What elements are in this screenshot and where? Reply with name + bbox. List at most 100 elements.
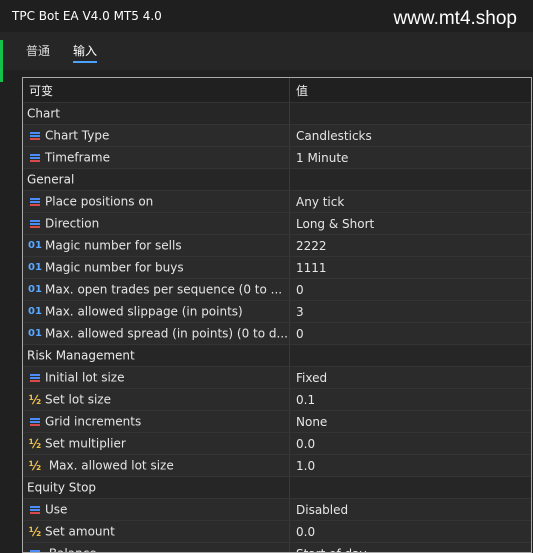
group-row[interactable]: General (23, 168, 531, 191)
parameter-value-cell[interactable]: Disabled (289, 498, 531, 521)
table-row[interactable]: ½ Set lot size 0.1 (23, 388, 531, 411)
parameter-name-cell: 01 Magic number for sells (23, 234, 290, 257)
parameter-name-cell: Equity Stop (23, 476, 290, 499)
parameter-label: Max. open trades per sequence (0 to ... (45, 282, 283, 297)
parameter-value-cell[interactable]: Fixed (289, 366, 531, 389)
parameter-value-cell[interactable]: 1 Minute (289, 146, 531, 169)
parameter-name-cell: Risk Management (23, 344, 290, 367)
list-enum-icon (27, 219, 43, 229)
parameter-value-cell[interactable]: 2222 (289, 234, 531, 257)
parameter-name-cell: 01 Max. open trades per sequence (0 to ..… (23, 278, 290, 301)
tab-inputs[interactable]: 输入 (73, 42, 97, 59)
parameter-value-cell[interactable]: 0.0 (289, 520, 531, 543)
list-enum-icon (27, 131, 43, 141)
parameter-name-cell: Chart (23, 102, 290, 125)
parameter-value-cell[interactable]: 0 (289, 278, 531, 301)
parameter-name-cell: Direction (23, 212, 290, 235)
chart-edge-line (0, 40, 3, 82)
window-title: TPC Bot EA V4.0 MT5 4.0 (12, 9, 162, 23)
parameter-value-cell[interactable]: Long & Short (289, 212, 531, 235)
list-enum-icon (27, 153, 43, 163)
parameter-label: Set multiplier (45, 436, 126, 451)
double-type-icon: ½ (28, 436, 42, 451)
table-row[interactable]: Use Disabled (23, 498, 531, 521)
parameter-name-cell: Grid increments (23, 410, 290, 433)
list-enum-icon (27, 505, 43, 515)
parameter-name-cell: Balance (23, 542, 290, 552)
table-row[interactable]: ½ Max. allowed lot size 1.0 (23, 454, 531, 477)
group-value-cell (289, 476, 531, 499)
title-bar: TPC Bot EA V4.0 MT5 4.0 www.mt4.shop (0, 0, 533, 32)
table-row[interactable]: Initial lot size Fixed (23, 366, 531, 389)
integer-type-icon: 01 (28, 328, 42, 340)
active-tab-indicator (73, 61, 97, 63)
parameter-name-cell: 01 Max. allowed slippage (in points) (23, 300, 290, 323)
parameter-label: Place positions on (45, 194, 154, 209)
table-row[interactable]: Timeframe 1 Minute (23, 146, 531, 169)
group-label: Chart (27, 106, 60, 121)
parameter-name-cell: 01 Magic number for buys (23, 256, 290, 279)
parameter-value-cell[interactable]: 0.0 (289, 432, 531, 455)
parameter-value-cell[interactable]: 0.1 (289, 388, 531, 411)
integer-type-icon: 01 (28, 240, 42, 252)
group-value-cell (289, 168, 531, 191)
parameter-label: Use (45, 502, 68, 517)
list-enum-icon (27, 417, 43, 427)
table-row[interactable]: Balance Start of day (23, 542, 531, 552)
group-row[interactable]: Risk Management (23, 344, 531, 367)
table-header-row: 可变 值 (23, 78, 531, 103)
parameter-value-cell[interactable]: Any tick (289, 190, 531, 213)
parameter-value-cell[interactable]: Candlesticks (289, 124, 531, 147)
parameter-name-cell: 01 Max. allowed spread (in points) (0 to … (23, 322, 290, 345)
parameter-name-cell: General (23, 168, 290, 191)
parameter-name-cell: ½ Set lot size (23, 388, 290, 411)
parameter-label: Max. allowed slippage (in points) (45, 304, 243, 319)
table-row[interactable]: ½ Set amount 0.0 (23, 520, 531, 543)
table-row[interactable]: ½ Set multiplier 0.0 (23, 432, 531, 455)
tab-bar: 普通 输入 (0, 32, 533, 70)
group-label: Risk Management (27, 348, 135, 363)
table-row[interactable]: 01 Magic number for sells 2222 (23, 234, 531, 257)
group-row[interactable]: Chart (23, 102, 531, 125)
parameter-label: Chart Type (45, 128, 110, 143)
parameter-name-cell: Timeframe (23, 146, 290, 169)
list-enum-icon (27, 373, 43, 383)
integer-type-icon: 01 (28, 306, 42, 318)
parameter-label: Set amount (45, 524, 115, 539)
watermark-text: www.mt4.shop (393, 8, 517, 29)
parameter-label: Magic number for buys (45, 260, 184, 275)
parameter-value-cell[interactable]: 1.0 (289, 454, 531, 477)
table-row[interactable]: 01 Max. open trades per sequence (0 to ..… (23, 278, 531, 301)
tab-common[interactable]: 普通 (26, 42, 50, 59)
parameter-label: Timeframe (45, 150, 110, 165)
parameter-label: Max. allowed spread (in points) (0 to d.… (45, 326, 288, 341)
inputs-panel: 可变 值 Chart Chart Type Candlesticks Timefram… (22, 77, 532, 553)
integer-type-icon: 01 (28, 262, 42, 274)
table-row[interactable]: 01 Max. allowed spread (in points) (0 to … (23, 322, 531, 345)
double-type-icon: ½ (28, 392, 42, 407)
parameter-value-cell[interactable]: 1111 (289, 256, 531, 279)
parameter-name-cell: Use (23, 498, 290, 521)
integer-type-icon: 01 (28, 284, 42, 296)
parameter-value-cell[interactable]: None (289, 410, 531, 433)
parameter-name-cell: Place positions on (23, 190, 290, 213)
parameter-name-cell: ½ Max. allowed lot size (23, 454, 290, 477)
parameter-value-cell[interactable]: 0 (289, 322, 531, 345)
parameter-label: Direction (45, 216, 100, 231)
table-row[interactable]: Direction Long & Short (23, 212, 531, 235)
group-row[interactable]: Equity Stop (23, 476, 531, 499)
table-row[interactable]: 01 Max. allowed slippage (in points) 3 (23, 300, 531, 323)
table-row[interactable]: 01 Magic number for buys 1111 (23, 256, 531, 279)
table-row[interactable]: Place positions on Any tick (23, 190, 531, 213)
double-type-icon: ½ (28, 524, 42, 539)
double-type-icon: ½ (28, 458, 42, 473)
table-row[interactable]: Chart Type Candlesticks (23, 124, 531, 147)
parameter-name-cell: Chart Type (23, 124, 290, 147)
parameter-label: Grid increments (45, 414, 142, 429)
parameter-value-cell[interactable]: Start of day (289, 542, 531, 552)
parameter-value-cell[interactable]: 3 (289, 300, 531, 323)
parameter-label: Balance (45, 547, 97, 552)
table-row[interactable]: Grid increments None (23, 410, 531, 433)
parameter-label: Initial lot size (45, 370, 125, 385)
parameter-label: Magic number for sells (45, 238, 182, 253)
